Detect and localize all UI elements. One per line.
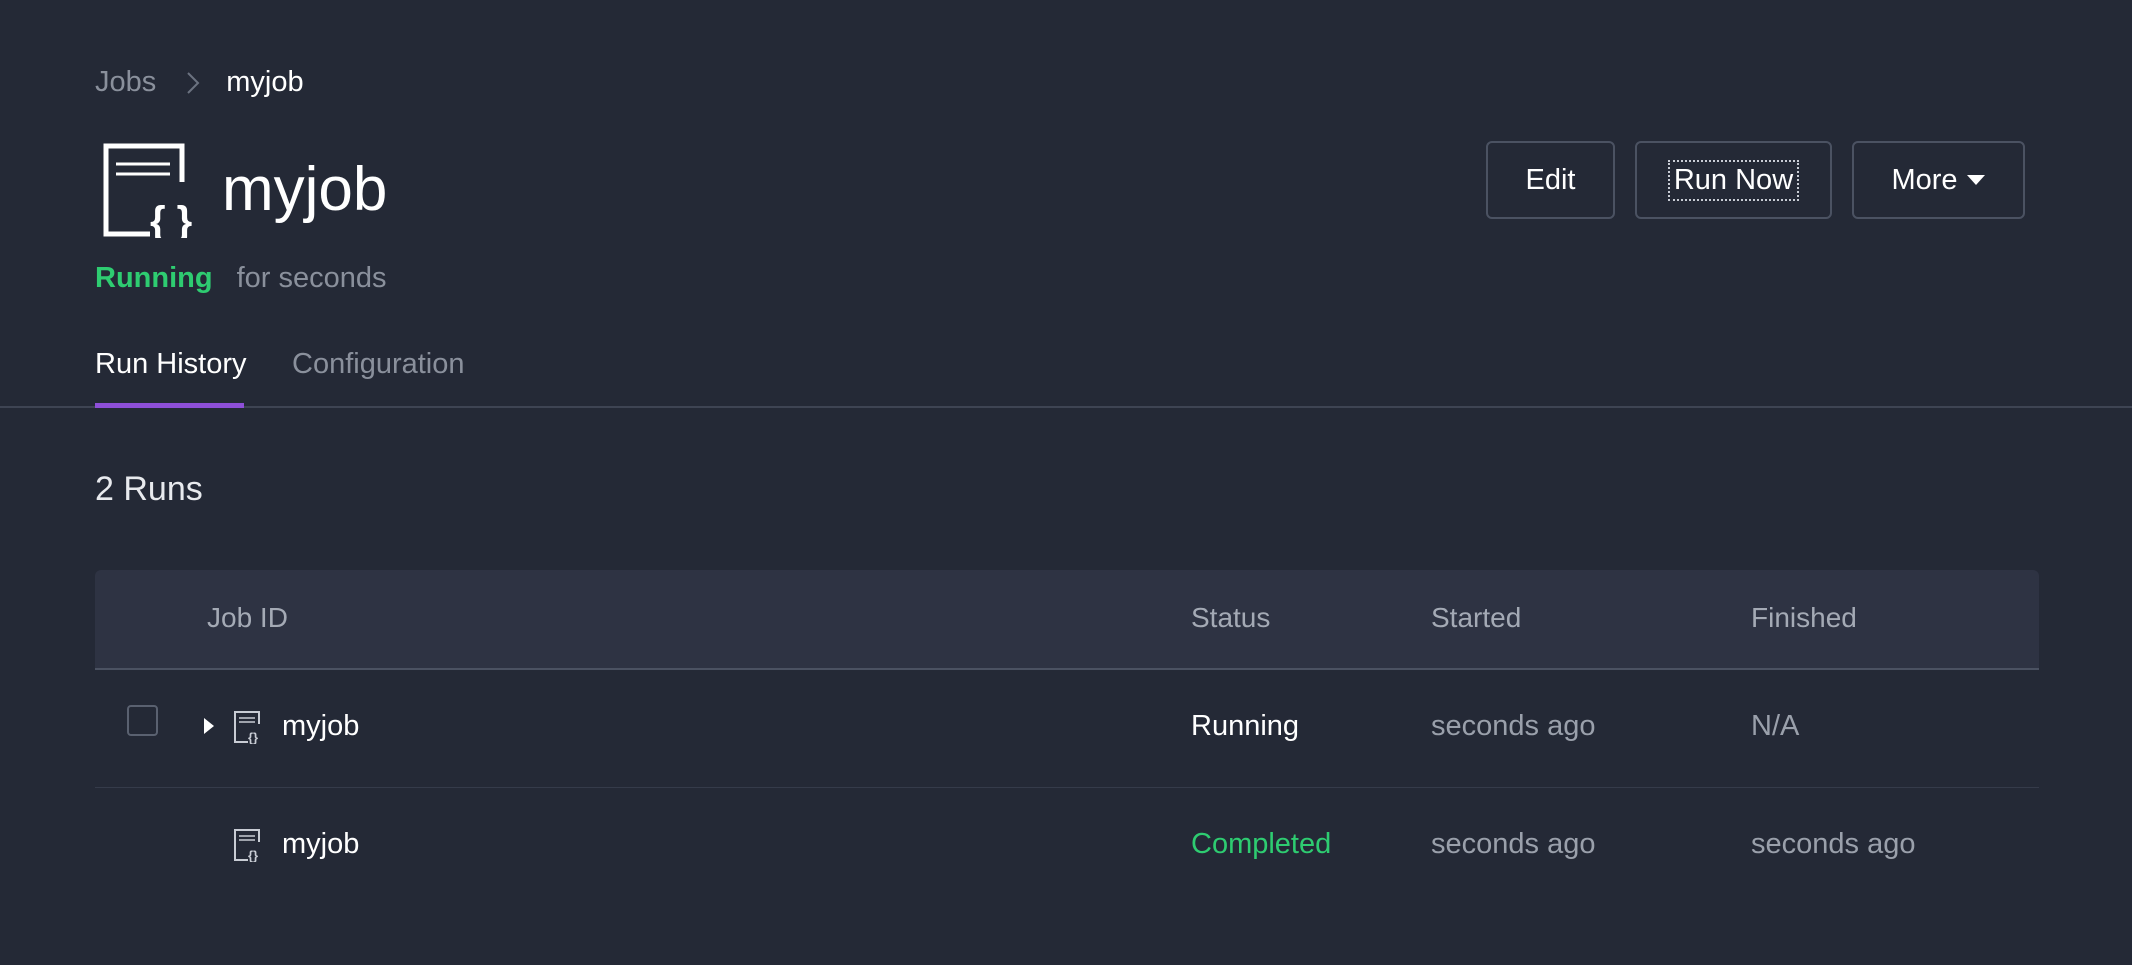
tab-configuration[interactable]: Configuration xyxy=(292,348,465,401)
json-document-icon: {} xyxy=(234,711,260,744)
table-header: Job ID Status Started Finished xyxy=(95,570,2039,670)
job-status-line: Running for seconds xyxy=(95,262,387,295)
svg-text:{ }: { } xyxy=(150,199,192,238)
job-detail-page: Jobs myjob { } myjob Running for seconds… xyxy=(0,0,2132,965)
table-row[interactable]: {} myjob Completed seconds ago seconds a… xyxy=(95,788,2039,906)
table-row[interactable]: {} myjob Running seconds ago N/A xyxy=(95,670,2039,788)
tab-bar: Run History Configuration xyxy=(0,344,2132,408)
page-title: myjob xyxy=(222,155,388,224)
triangle-right-icon[interactable] xyxy=(203,717,215,735)
runs-table: Job ID Status Started Finished {} myjob … xyxy=(95,570,2039,906)
edit-button[interactable]: Edit xyxy=(1486,141,1615,219)
caret-down-icon xyxy=(1966,174,1986,186)
column-header-job-id[interactable]: Job ID xyxy=(207,602,288,634)
status-duration: for seconds xyxy=(236,262,387,294)
breadcrumb: Jobs myjob xyxy=(95,66,304,99)
more-button-label: More xyxy=(1891,163,1958,196)
column-header-status[interactable]: Status xyxy=(1191,602,1270,634)
svg-text:{}: {} xyxy=(248,730,258,744)
run-job-id[interactable]: myjob xyxy=(282,710,359,743)
json-document-icon: { } xyxy=(103,143,192,238)
active-tab-indicator xyxy=(95,403,244,408)
column-header-started[interactable]: Started xyxy=(1431,602,1521,634)
column-header-finished[interactable]: Finished xyxy=(1751,602,1857,634)
run-started: seconds ago xyxy=(1431,710,1596,742)
run-now-button[interactable]: Run Now xyxy=(1635,141,1832,219)
tab-run-history[interactable]: Run History xyxy=(95,348,247,401)
breadcrumb-jobs-link[interactable]: Jobs xyxy=(95,66,156,99)
status-badge: Running xyxy=(95,262,213,294)
chevron-right-icon xyxy=(186,71,200,95)
run-status: Running xyxy=(1191,710,1300,742)
edit-button-label: Edit xyxy=(1525,163,1576,196)
svg-text:{}: {} xyxy=(248,848,258,862)
run-started: seconds ago xyxy=(1431,828,1596,860)
run-job-id[interactable]: myjob xyxy=(282,828,359,861)
header-actions: Edit Run Now More xyxy=(1486,141,2025,219)
runs-count: 2 Runs xyxy=(95,470,203,508)
run-finished: N/A xyxy=(1751,710,1800,742)
breadcrumb-current: myjob xyxy=(226,66,304,98)
run-status: Completed xyxy=(1191,828,1332,860)
run-finished: seconds ago xyxy=(1751,828,1916,860)
run-now-button-label: Run Now xyxy=(1667,159,1800,201)
json-document-icon: {} xyxy=(234,829,260,862)
more-dropdown-button[interactable]: More xyxy=(1852,141,2025,219)
row-select-checkbox[interactable] xyxy=(127,705,158,736)
